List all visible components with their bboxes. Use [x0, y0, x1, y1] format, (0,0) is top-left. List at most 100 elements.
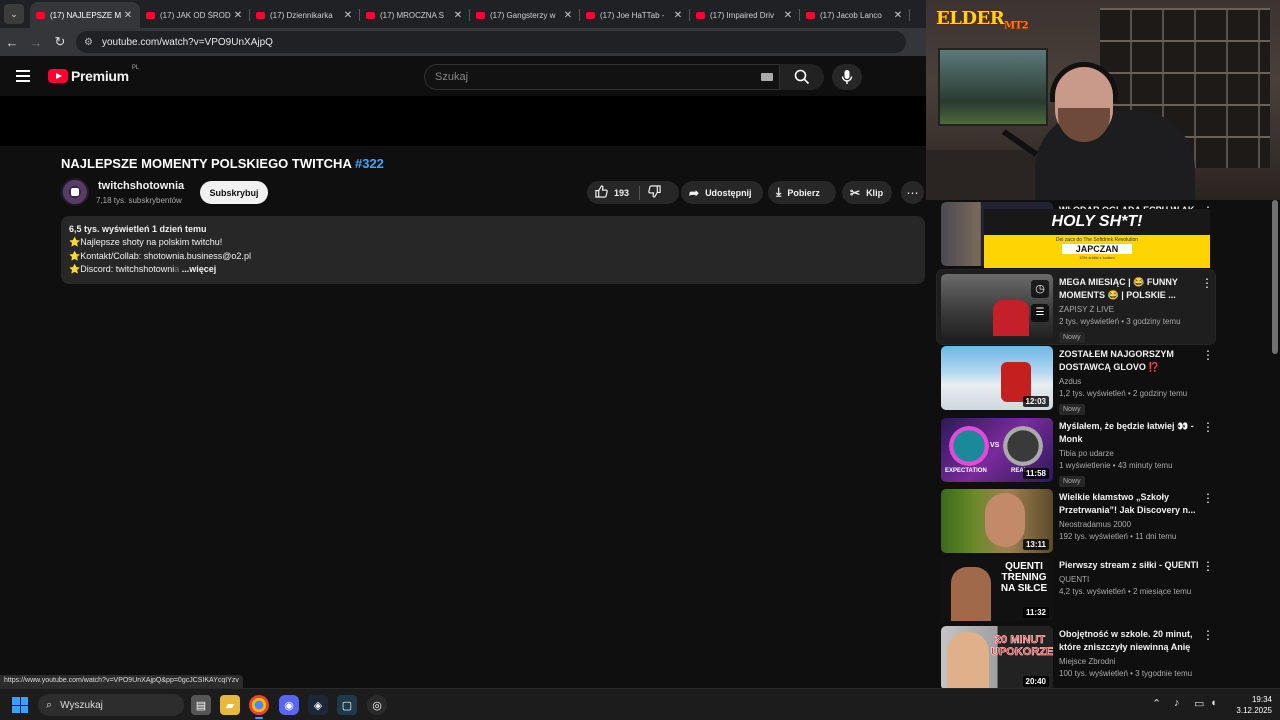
- video-thumbnail[interactable]: VS EXPECTATION REAL 11:58: [941, 418, 1053, 482]
- tab-search-button[interactable]: ⌄: [4, 4, 24, 24]
- site-info-icon[interactable]: ⚙: [84, 37, 96, 48]
- subscriber-count: 7,18 tys. subskrybentów: [96, 196, 182, 205]
- video-channel[interactable]: Neostradamus 2000: [1059, 520, 1199, 529]
- video-title[interactable]: Wielkie kłamstwo „Szkoły Przetrwania”! J…: [1059, 491, 1199, 517]
- video-channel[interactable]: Miejsce Zbrodni: [1059, 657, 1199, 666]
- video-title[interactable]: Myślałem, że będzie łatwiej 👀 - Monk: [1059, 420, 1199, 446]
- terminal-icon[interactable]: ▢: [337, 695, 357, 715]
- browser-tab[interactable]: (17) Joe HaTTab - ✕: [580, 2, 690, 28]
- download-button[interactable]: ⤓ Pobierz: [768, 181, 836, 204]
- like-button[interactable]: [595, 184, 608, 201]
- channel-name[interactable]: twitchshotownia: [98, 180, 184, 192]
- file-explorer-icon[interactable]: ▰: [220, 695, 240, 715]
- watch-later-icon[interactable]: ◷: [1031, 280, 1049, 298]
- video-title[interactable]: Obojętność w szkole. 20 minut, które zni…: [1059, 628, 1199, 654]
- video-channel[interactable]: Azdus: [1059, 377, 1199, 386]
- add-to-queue-icon[interactable]: ☰: [1031, 304, 1049, 322]
- video-thumbnail[interactable]: 13:11: [941, 489, 1053, 553]
- windows-start-icon[interactable]: [12, 697, 28, 713]
- more-options-icon[interactable]: ⋮: [1202, 491, 1214, 505]
- browser-tab[interactable]: (17) MROCZNA S ✕: [360, 2, 470, 28]
- forward-arrow-icon[interactable]: →: [24, 30, 48, 54]
- video-info: Wielkie kłamstwo „Szkoły Przetrwania”! J…: [1059, 491, 1199, 541]
- youtube-favicon-icon: [366, 11, 375, 19]
- browser-tab[interactable]: (17) Gangsterzy w ✕: [470, 2, 580, 28]
- menu-icon[interactable]: [16, 70, 30, 82]
- dislike-button[interactable]: [648, 185, 661, 200]
- browser-tab[interactable]: (17) Impaired Driv ✕: [690, 2, 800, 28]
- url-text: youtube.com/watch?v=VPO9UnXAjpQ: [102, 36, 273, 48]
- steam-icon[interactable]: ◈: [308, 695, 328, 715]
- more-options-icon[interactable]: ⋮: [1202, 420, 1214, 434]
- more-options-icon[interactable]: ⋮: [1201, 276, 1213, 290]
- browser-tab[interactable]: (17) NAJLEPSZE M ✕: [30, 2, 140, 28]
- clock-time: 19:34: [1251, 695, 1272, 704]
- clip-button[interactable]: ✂ Klip: [842, 181, 892, 204]
- video-player-area[interactable]: [0, 96, 926, 146]
- video-meta: 4,2 tys. wyświetleń • 2 miesiące temu: [1059, 587, 1192, 596]
- network-icon[interactable]: ▭: [1194, 697, 1204, 710]
- video-channel[interactable]: QUENTI: [1059, 575, 1199, 584]
- youtube-favicon-icon: [256, 11, 265, 19]
- recommended-video[interactable]: QUENTI TRENING NA SIŁCE 11:32 Pierwszy st…: [941, 557, 1216, 621]
- video-channel[interactable]: Tibia po udarze: [1059, 449, 1199, 458]
- task-view-icon[interactable]: ▤: [191, 695, 211, 715]
- tab-close-icon[interactable]: ✕: [232, 10, 244, 21]
- video-title[interactable]: MEGA MIESIĄC | 😂 FUNNY MOMENTS 😂 | POLSK…: [1059, 276, 1199, 302]
- more-options-icon[interactable]: ⋮: [1202, 628, 1214, 642]
- tab-close-icon[interactable]: ✕: [782, 10, 794, 21]
- discord-icon[interactable]: ◉: [279, 695, 299, 715]
- tab-close-icon[interactable]: ✕: [892, 10, 904, 21]
- sponsor-ad-overlay[interactable]: HOLY SH*T! Dei zacs do The Softdrink Rev…: [984, 209, 1210, 268]
- video-channel[interactable]: ZAPISY Z LIVE: [1059, 305, 1199, 314]
- sidebar-scrollbar[interactable]: [1272, 200, 1278, 354]
- keyboard-icon[interactable]: [761, 73, 773, 81]
- video-thumbnail[interactable]: 20 MINUT UPOKORZENIA 20:40: [941, 626, 1053, 690]
- search-button[interactable]: [780, 64, 824, 90]
- recommended-video[interactable]: 12:03 ZOSTAŁEM NAJGORSZYM DOSTAWCĄ GLOVO…: [941, 346, 1216, 415]
- youtube-favicon-icon: [146, 11, 155, 19]
- obs-icon[interactable]: ◎: [367, 695, 387, 715]
- recommended-video[interactable]: VS EXPECTATION REAL 11:58 Myślałem, że b…: [941, 418, 1216, 487]
- browser-tab-strip: ⌄ (17) NAJLEPSZE M ✕ (17) JAK OD ŚROD ✕ (1…: [0, 0, 926, 28]
- search-input[interactable]: Szukaj: [424, 64, 780, 90]
- volume-icon[interactable]: ◖: [1210, 697, 1217, 709]
- video-hashtag-link[interactable]: #322: [355, 156, 384, 171]
- reload-icon[interactable]: ↻: [48, 30, 72, 54]
- video-thumbnail[interactable]: QUENTI TRENING NA SIŁCE 11:32: [941, 557, 1053, 621]
- channel-avatar[interactable]: [61, 178, 89, 206]
- system-clock[interactable]: 19:34 3.12.2025: [1228, 694, 1272, 716]
- tab-close-icon[interactable]: ✕: [342, 10, 354, 21]
- chrome-icon[interactable]: [249, 695, 269, 719]
- more-options-icon[interactable]: ⋮: [1202, 348, 1214, 362]
- video-title[interactable]: Pierwszy stream z siłki - QUENTI: [1059, 559, 1199, 572]
- browser-tab[interactable]: (17) JAK OD ŚROD ✕: [140, 2, 250, 28]
- recommended-video[interactable]: 13:11 Wielkie kłamstwo „Szkoły Przetrwan…: [941, 489, 1216, 553]
- recommended-video[interactable]: ◷ ☰ MEGA MIESIĄC | 😂 FUNNY MOMENTS 😂 | P…: [936, 269, 1216, 345]
- more-actions-icon[interactable]: ⋯: [901, 181, 924, 204]
- browser-tab[interactable]: (17) Jacob Lanco ✕: [800, 2, 910, 28]
- tab-close-icon[interactable]: ✕: [562, 10, 574, 21]
- thumbnail-figure: [947, 632, 989, 690]
- youtube-favicon-icon: [476, 11, 485, 19]
- tab-close-icon[interactable]: ✕: [122, 10, 134, 21]
- taskbar-search[interactable]: ⌕ Wyszukaj: [38, 694, 184, 716]
- recommended-video[interactable]: 20 MINUT UPOKORZENIA 20:40 Obojętność w s…: [941, 626, 1216, 690]
- back-arrow-icon[interactable]: ←: [0, 30, 24, 54]
- video-description[interactable]: 6,5 tys. wyświetleń 1 dzień temu ⭐Najlep…: [61, 216, 925, 284]
- video-thumbnail[interactable]: ◷ ☰: [941, 274, 1053, 338]
- share-button[interactable]: ➦ Udostępnij: [681, 181, 763, 204]
- youtube-premium-logo[interactable]: Premium PL: [48, 65, 139, 84]
- video-thumbnail[interactable]: 12:03: [941, 346, 1053, 410]
- tab-close-icon[interactable]: ✕: [452, 10, 464, 21]
- voice-search-button[interactable]: [832, 64, 862, 90]
- video-title[interactable]: ZOSTAŁEM NAJGORSZYM DOSTAWCĄ GLOVO ⁉️: [1059, 348, 1199, 374]
- tab-close-icon[interactable]: ✕: [672, 10, 684, 21]
- subscribe-button[interactable]: Subskrybuj: [200, 181, 268, 204]
- more-options-icon[interactable]: ⋮: [1202, 559, 1214, 573]
- tray-overflow-icon[interactable]: ⌃: [1152, 697, 1161, 710]
- show-more-link[interactable]: ...więcej: [182, 264, 217, 274]
- address-bar[interactable]: ⚙ youtube.com/watch?v=VPO9UnXAjpQ: [76, 31, 906, 53]
- microphone-tray-icon[interactable]: ♪: [1174, 697, 1180, 709]
- browser-tab[interactable]: (17) Dziennikarka ✕: [250, 2, 360, 28]
